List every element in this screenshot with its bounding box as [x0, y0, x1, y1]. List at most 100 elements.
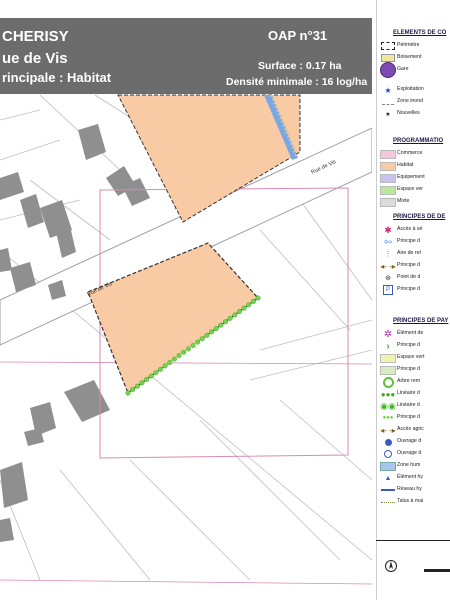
- legend-item: Périmètre: [377, 40, 450, 52]
- legend-section-title: PRINCIPES DE DE: [393, 214, 446, 220]
- north-arrow-icon: [385, 560, 397, 572]
- legend-item: Habitat: [377, 160, 450, 172]
- legend-item-label: Principe d: [397, 414, 421, 420]
- legend-item-label: Linéaire d: [397, 402, 420, 408]
- pink-swatch-icon: [379, 148, 397, 160]
- legend-item-label: Principe d: [397, 342, 421, 348]
- legend-item: Arbre rem: [377, 376, 450, 388]
- legend-item: Zone hum: [377, 460, 450, 472]
- small-star-icon: ★: [385, 111, 391, 118]
- parking-icon: P: [379, 284, 397, 296]
- legend-item: ●●● Linéaire d: [377, 388, 450, 400]
- train-station-icon: [379, 62, 397, 78]
- hedge-dot: [162, 363, 168, 369]
- legend-item-label: Zone hum: [397, 462, 421, 468]
- legend-item-label: Espace vert: [397, 354, 425, 360]
- hedge-dot: [232, 312, 238, 318]
- legend-item-label: Linéaire d: [397, 390, 420, 396]
- legend-item-label: Principe d: [397, 238, 421, 244]
- legend-item: ◂- -▸ Principe d: [377, 260, 450, 272]
- dotted-line-icon: [379, 496, 397, 508]
- hedge-dot: [130, 387, 136, 393]
- hedge-dot: [213, 326, 219, 332]
- hedge-dot: [181, 349, 187, 355]
- scale-bar: [424, 569, 450, 572]
- blue-arrow-icon: ⇦: [383, 236, 393, 248]
- hedge-dot: [199, 336, 205, 342]
- purple-swatch-icon: [379, 172, 397, 184]
- legend-item-label: Arbre rem: [397, 378, 421, 384]
- blue-star-icon: ★: [384, 85, 392, 95]
- legend-item: Commerce: [377, 148, 450, 160]
- legend-item: ◉◉ Linéaire d: [377, 400, 450, 412]
- hedge-dot: [255, 295, 261, 301]
- flood-zone-icon: [379, 96, 397, 108]
- legend-item-label: Zone inond: [397, 98, 423, 104]
- legend-item-label: Ouvrage d: [397, 438, 422, 444]
- legend-item: Talus à mai: [377, 496, 450, 508]
- hedge-dot: [139, 380, 145, 386]
- legend-item: Ouvrage d: [377, 448, 450, 460]
- legend-item: ★ Nouvelles: [377, 108, 450, 120]
- legend-item-label: Gare: [397, 66, 409, 72]
- street-name: ue de Vis: [2, 50, 68, 67]
- legend-item: › Principe d: [377, 340, 450, 352]
- legend-item-label: Boisement: [397, 54, 422, 60]
- hedge-dot: [241, 305, 247, 311]
- surface-label: Surface : 0.17 ha: [258, 60, 342, 72]
- pin-icon: ⊛: [385, 275, 391, 282]
- legend-item: Equipement: [377, 172, 450, 184]
- yellow-swatch-icon: [379, 352, 397, 364]
- blue-dots-icon: ⋮: [384, 251, 392, 258]
- double-ring-icon: ◉◉: [380, 400, 396, 411]
- hedge-dot: [236, 309, 242, 315]
- hedge-dot: [148, 373, 154, 379]
- brown-double-arrow-icon: ◂- -▸: [380, 425, 396, 435]
- hedge-dot: [171, 356, 177, 362]
- legend-item: ★ Exploitation: [377, 84, 450, 96]
- legend-item-label: Commerce: [397, 150, 423, 156]
- hedge-dot: [250, 298, 256, 304]
- legend-item: ●●● Principe d: [377, 412, 450, 424]
- dashed-rect-icon: [379, 40, 397, 52]
- legend-item: Principe d: [377, 364, 450, 376]
- legend-item: ✲ Élément de: [377, 328, 450, 340]
- legend-item: P Principe d: [377, 284, 450, 296]
- map-legend: ELEMENTS DE CO Périmètre Boisement Gare ★ Exp…: [376, 0, 450, 600]
- red-star-icon: ✱: [384, 224, 392, 235]
- legend-item-label: Nouvelles: [397, 110, 420, 116]
- oap-number: OAP n°31: [268, 28, 328, 43]
- legend-item-label: Accès à sé: [397, 226, 423, 232]
- blue-line-icon: [379, 484, 397, 496]
- hedge-dot: [157, 366, 163, 372]
- legend-section-title: PROGRAMMATIO: [393, 138, 444, 144]
- hedge-dot: [176, 353, 182, 359]
- legend-item-label: Exploitation: [397, 86, 424, 92]
- hedge-dot: [218, 322, 224, 328]
- legend-item-label: Principe d: [397, 262, 421, 268]
- legend-item: Réseau hy: [377, 484, 450, 496]
- legend-item-label: Accès agric: [397, 426, 424, 432]
- legend-item: Gare: [377, 62, 450, 78]
- legend-item-label: Principe d: [397, 366, 421, 372]
- hedge-dot: [227, 315, 233, 321]
- legend-item-label: Talus à mai: [397, 498, 424, 504]
- tree-ring-icon: [379, 376, 397, 388]
- legend-item: Espace vert: [377, 352, 450, 364]
- density-label: Densité minimale : 16 log/ha: [226, 76, 368, 88]
- legend-item-label: Périmètre: [397, 42, 420, 48]
- blue-ring-icon: [379, 448, 397, 460]
- hedge-dot: [134, 383, 140, 389]
- hedge-dot: [144, 376, 150, 382]
- hedge-dot: [204, 332, 210, 338]
- legend-item: ◂- -▸ Accès agric: [377, 424, 450, 436]
- legend-item-label: Élément de: [397, 330, 424, 336]
- brown-double-arrow-icon: ◂- -▸: [380, 261, 396, 271]
- green-swatch-icon: [379, 184, 397, 196]
- hedge-dot: [195, 339, 201, 345]
- legend-item-label: Principe d: [397, 286, 421, 292]
- legend-item: Zone inond: [377, 96, 450, 108]
- legend-item-label: Point de d: [397, 274, 421, 280]
- legend-divider: [376, 540, 450, 541]
- grey-swatch-icon: [379, 196, 397, 208]
